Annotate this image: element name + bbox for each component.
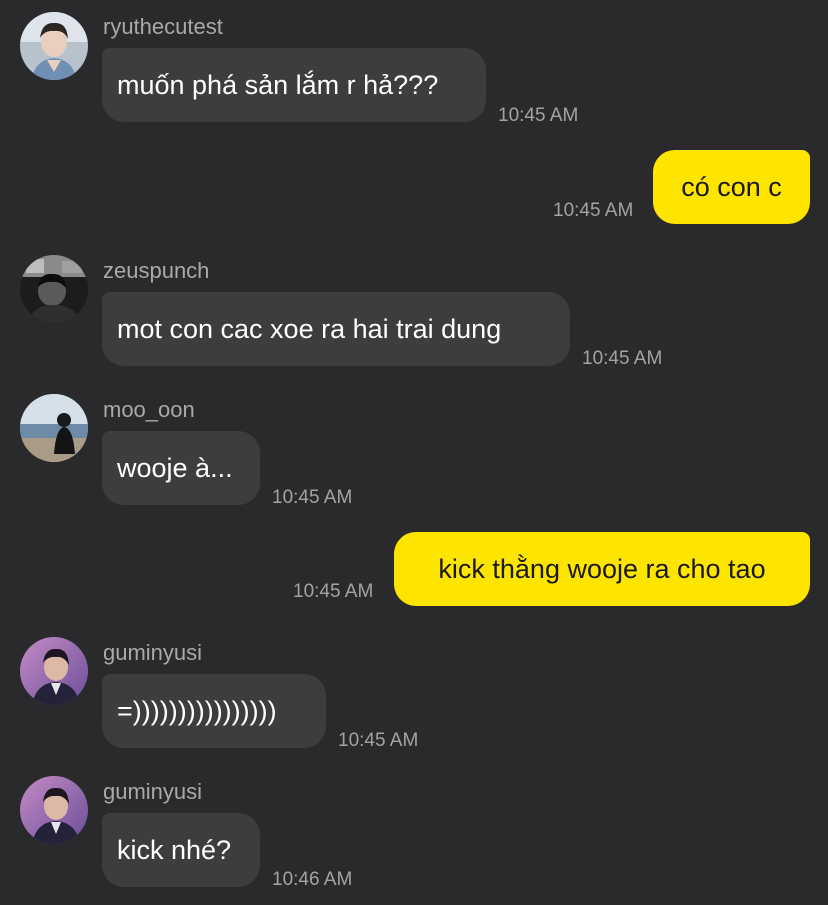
person-avatar-icon[interactable] [20, 637, 88, 705]
sender-name: guminyusi [103, 779, 203, 804]
person-avatar-icon[interactable] [20, 255, 88, 323]
message-timestamp: 10:45 AM [338, 730, 419, 751]
sender-name: guminyusi [103, 640, 203, 665]
message-timestamp: 10:45 AM [582, 348, 663, 369]
person-avatar-icon[interactable] [20, 776, 88, 844]
message-timestamp: 10:45 AM [553, 200, 634, 221]
message-bubble[interactable]: kick thằng wooje ra cho tao [394, 532, 810, 606]
message-timestamp: 10:45 AM [293, 581, 374, 602]
message-bubble[interactable]: mot con cac xoe ra hai trai dung [102, 292, 570, 366]
message-bubble[interactable]: có con c [653, 150, 810, 224]
message-timestamp: 10:46 AM [272, 869, 353, 890]
sender-name: ryuthecutest [103, 14, 223, 39]
message-bubble[interactable]: =)))))))))))))))) [102, 674, 326, 748]
message-timestamp: 10:45 AM [272, 487, 353, 508]
sender-name: zeuspunch [103, 258, 210, 283]
message-bubble[interactable]: kick nhé? [102, 813, 260, 887]
message-bubble[interactable]: muốn phá sản lắm r hả??? [102, 48, 486, 122]
message-timestamp: 10:45 AM [498, 105, 579, 126]
beach-avatar-icon[interactable] [20, 394, 88, 462]
person-avatar-icon[interactable] [20, 12, 88, 80]
sender-name: moo_oon [103, 397, 195, 422]
message-bubble[interactable]: wooje à... [102, 431, 260, 505]
